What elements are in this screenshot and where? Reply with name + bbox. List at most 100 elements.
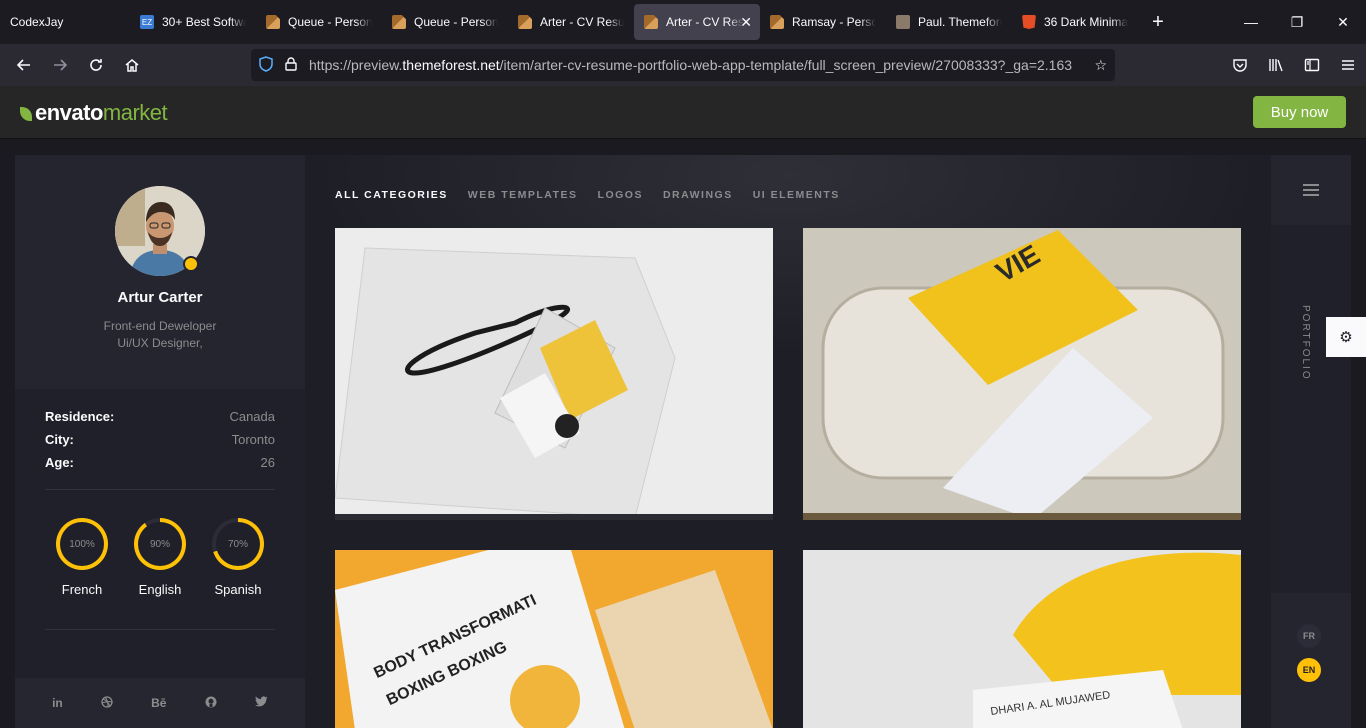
behance-icon[interactable]: Bē: [151, 696, 166, 710]
bookmark-star-icon[interactable]: ☆: [1094, 57, 1107, 74]
forward-icon[interactable]: [42, 49, 78, 81]
tab-5-active[interactable]: Arter - CV Res ✕: [634, 4, 760, 40]
progress-label: 90%: [138, 522, 182, 566]
language-french: 100% French: [49, 518, 115, 597]
html5-icon: [1022, 15, 1036, 29]
sidebar-icon[interactable]: [1294, 57, 1330, 73]
shield-icon[interactable]: [259, 55, 273, 75]
browser-tab-bar: CodexJay EZ 30+ Best Softwa Queue - Perso…: [0, 0, 1366, 44]
restore-icon[interactable]: ❐: [1274, 0, 1320, 44]
right-nav-bar: PORTFOLIO FR EN: [1271, 155, 1351, 728]
tab-1[interactable]: EZ 30+ Best Softwa: [130, 4, 256, 40]
reload-icon[interactable]: [78, 49, 114, 81]
category-filter: ALL CATEGORIES WEB TEMPLATES LOGOS DRAWI…: [335, 189, 840, 201]
tab-4[interactable]: Arter - CV Resur: [508, 4, 634, 40]
close-tab-icon[interactable]: ✕: [740, 14, 752, 31]
url-domain: themeforest.net: [402, 57, 500, 73]
filter-web-templates[interactable]: WEB TEMPLATES: [468, 189, 578, 201]
portfolio-item[interactable]: BODY TRANSFORMATI BOXING BOXING: [335, 550, 773, 728]
library-icon[interactable]: [1258, 57, 1294, 73]
language-english: 90% English: [127, 518, 193, 597]
leaf-icon: [20, 107, 32, 121]
info-row-residence: Residence: Canada: [45, 409, 275, 432]
social-links: in Bē: [15, 678, 305, 728]
tab-2[interactable]: Queue - Person: [256, 4, 382, 40]
envato-market-bar: envatomarket Buy now: [0, 86, 1366, 139]
logo-accent-text: market: [102, 100, 168, 125]
info-value: 26: [260, 455, 275, 470]
preview-page: Artur Carter Front-end Deweloper Ui/UX D…: [0, 139, 1366, 728]
boxing-flyer-photo: BODY TRANSFORMATI BOXING BOXING: [335, 550, 773, 728]
new-tab-button[interactable]: +: [1138, 11, 1178, 34]
back-icon[interactable]: [6, 49, 42, 81]
tab-title: Queue - Person: [288, 15, 372, 29]
linkedin-icon[interactable]: in: [52, 696, 63, 710]
role-line-2: Ui/UX Designer,: [117, 336, 203, 350]
language-name: Spanish: [214, 582, 262, 597]
online-status-dot: [183, 256, 199, 272]
progress-ring: 100%: [56, 518, 108, 570]
portfolio-item[interactable]: DHARI A. AL MUJAWED: [803, 550, 1241, 728]
tab-title: Ramsay - Persor: [792, 15, 876, 29]
info-key: City:: [45, 432, 74, 447]
menu-toggle[interactable]: [1271, 155, 1351, 225]
info-row-age: Age: 26: [45, 455, 275, 478]
twitter-icon[interactable]: [254, 696, 268, 710]
progress-ring: 90%: [134, 518, 186, 570]
badge-photo: [335, 228, 773, 520]
dribbble-icon[interactable]: [101, 695, 113, 711]
address-bar[interactable]: https://preview.themeforest.net/item/art…: [251, 49, 1115, 81]
language-switcher: FR EN: [1271, 593, 1351, 728]
portfolio-main: ALL CATEGORIES WEB TEMPLATES LOGOS DRAWI…: [305, 155, 1271, 728]
logo-main-text: envato: [35, 100, 103, 125]
tab-8[interactable]: 36 Dark Minimal: [1012, 4, 1138, 40]
divider: [45, 489, 275, 490]
profile-sidebar: Artur Carter Front-end Deweloper Ui/UX D…: [15, 155, 305, 728]
progress-label: 100%: [60, 522, 104, 566]
profile-name-heading: Artur Carter: [117, 289, 203, 306]
tab-title: Arter - CV Res: [666, 15, 745, 29]
profile-role: Front-end Deweloper Ui/UX Designer,: [15, 318, 305, 352]
role-line-1: Front-end Deweloper: [103, 319, 217, 333]
info-key: Residence:: [45, 409, 115, 424]
filter-logos[interactable]: LOGOS: [598, 189, 643, 201]
filter-ui-elements[interactable]: UI ELEMENTS: [753, 189, 840, 201]
tab-title: Queue - Person: [414, 15, 498, 29]
current-section-label: PORTFOLIO: [1300, 305, 1311, 381]
url-path: /item/arter-cv-resume-portfolio-web-app-…: [499, 57, 1073, 73]
lang-fr-button[interactable]: FR: [1297, 624, 1321, 648]
portfolio-item[interactable]: VIE: [803, 228, 1241, 520]
doc-icon: [518, 15, 532, 29]
tab-3[interactable]: Queue - Person: [382, 4, 508, 40]
pocket-icon[interactable]: [1222, 57, 1258, 73]
info-key: Age:: [45, 455, 74, 470]
minimize-icon[interactable]: —: [1228, 0, 1274, 44]
home-icon[interactable]: [114, 49, 150, 81]
info-value: Toronto: [231, 432, 275, 447]
filter-drawings[interactable]: DRAWINGS: [663, 189, 733, 201]
language-name: French: [61, 582, 103, 597]
browser-nav-bar: https://preview.themeforest.net/item/art…: [0, 44, 1366, 86]
portfolio-item[interactable]: [335, 228, 773, 520]
menu-icon: [1303, 184, 1319, 196]
language-spanish: 70% Spanish: [205, 518, 271, 597]
info-row-city: City: Toronto: [45, 432, 275, 455]
business-cards-photo: VIE: [803, 228, 1241, 520]
tab-title: Paul. Themefore: [918, 15, 1002, 29]
tab-6[interactable]: Ramsay - Persor: [760, 4, 886, 40]
envato-market-logo[interactable]: envatomarket: [20, 100, 168, 126]
divider: [45, 629, 275, 630]
lock-icon[interactable]: [285, 56, 297, 74]
buy-now-button[interactable]: Buy now: [1253, 96, 1346, 128]
lang-en-button[interactable]: EN: [1297, 658, 1321, 682]
filter-all-categories[interactable]: ALL CATEGORIES: [335, 189, 448, 201]
info-value: Canada: [229, 409, 275, 424]
close-window-icon[interactable]: ✕: [1320, 0, 1366, 44]
language-skills: 100% French 90% English 70% Spanish: [45, 518, 275, 597]
hamburger-menu-icon[interactable]: [1330, 57, 1366, 73]
tab-title: 36 Dark Minimal: [1044, 15, 1128, 29]
tab-7[interactable]: Paul. Themefore: [886, 4, 1012, 40]
gear-icon[interactable]: ⚙: [1326, 317, 1366, 357]
github-icon[interactable]: [205, 696, 217, 711]
window-controls: — ❐ ✕: [1228, 0, 1366, 44]
